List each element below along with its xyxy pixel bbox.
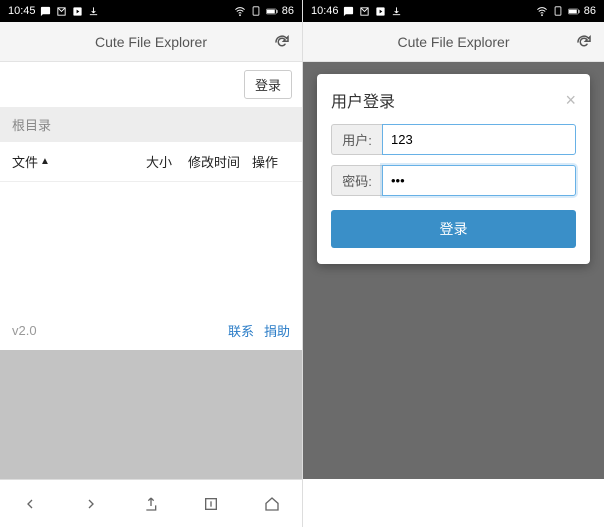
column-action: 操作: [252, 152, 290, 171]
sort-asc-icon: ▲: [40, 156, 50, 167]
version-label: v2.0: [12, 323, 37, 338]
breadcrumb[interactable]: 根目录: [0, 107, 302, 142]
nav-forward-icon[interactable]: [80, 493, 102, 515]
password-field[interactable]: [382, 165, 576, 196]
column-time[interactable]: 修改时间: [188, 152, 252, 171]
nav-share-icon[interactable]: [140, 493, 162, 515]
status-bar: 10:45 86: [0, 0, 302, 22]
mail-icon: [359, 5, 371, 17]
column-size[interactable]: 大小: [146, 152, 188, 171]
nav-bar: [0, 479, 302, 527]
status-bar: 10:46 86: [303, 0, 604, 22]
download-icon: [391, 5, 403, 17]
content-footer: v2.0 联系 捐助: [0, 311, 302, 350]
donate-link[interactable]: 捐助: [264, 321, 290, 340]
chat-icon: [343, 5, 355, 17]
modal-title: 用户登录: [331, 88, 395, 112]
table-header: 文件 ▲ 大小 修改时间 操作: [0, 142, 302, 182]
play-icon: [375, 5, 387, 17]
download-icon: [88, 5, 100, 17]
submit-login-button[interactable]: 登录: [331, 210, 576, 248]
empty-list: [0, 182, 302, 311]
nav-tabs-icon[interactable]: [200, 493, 222, 515]
wifi-icon: [234, 5, 246, 17]
sim-icon: [250, 5, 262, 17]
close-icon[interactable]: ×: [565, 91, 576, 109]
app-title: Cute File Explorer: [95, 34, 207, 50]
refresh-button[interactable]: [572, 30, 596, 54]
status-battery-pct: 86: [282, 5, 294, 17]
user-field[interactable]: [382, 124, 576, 155]
phone-right: 10:46 86 Cute File Explorer 用户登录 × 用户: 密…: [302, 0, 604, 527]
status-battery-pct: 86: [584, 5, 596, 17]
status-time: 10:45: [8, 5, 36, 17]
battery-icon: [266, 5, 278, 17]
battery-icon: [568, 5, 580, 17]
mail-icon: [56, 5, 68, 17]
password-label: 密码:: [331, 165, 382, 196]
app-title: Cute File Explorer: [397, 34, 509, 50]
main-content: 登录 根目录 文件 ▲ 大小 修改时间 操作 v2.0 联系 捐助: [0, 62, 302, 479]
wifi-icon: [536, 5, 548, 17]
app-header: Cute File Explorer: [0, 22, 302, 62]
column-file[interactable]: 文件 ▲: [12, 152, 146, 171]
contact-link[interactable]: 联系: [228, 321, 254, 340]
column-file-label: 文件: [12, 152, 38, 171]
app-header: Cute File Explorer: [303, 22, 604, 62]
phone-left: 10:45 86: [0, 0, 302, 527]
bottom-gray-area: [0, 350, 302, 479]
refresh-button[interactable]: [270, 30, 294, 54]
sim-icon: [552, 5, 564, 17]
user-label: 用户:: [331, 124, 382, 155]
login-button[interactable]: 登录: [244, 70, 292, 99]
nav-home-icon[interactable]: [261, 493, 283, 515]
login-modal: 用户登录 × 用户: 密码: 登录: [317, 74, 590, 264]
nav-back-icon[interactable]: [19, 493, 41, 515]
chat-icon: [40, 5, 52, 17]
play-icon: [72, 5, 84, 17]
status-time: 10:46: [311, 5, 339, 17]
